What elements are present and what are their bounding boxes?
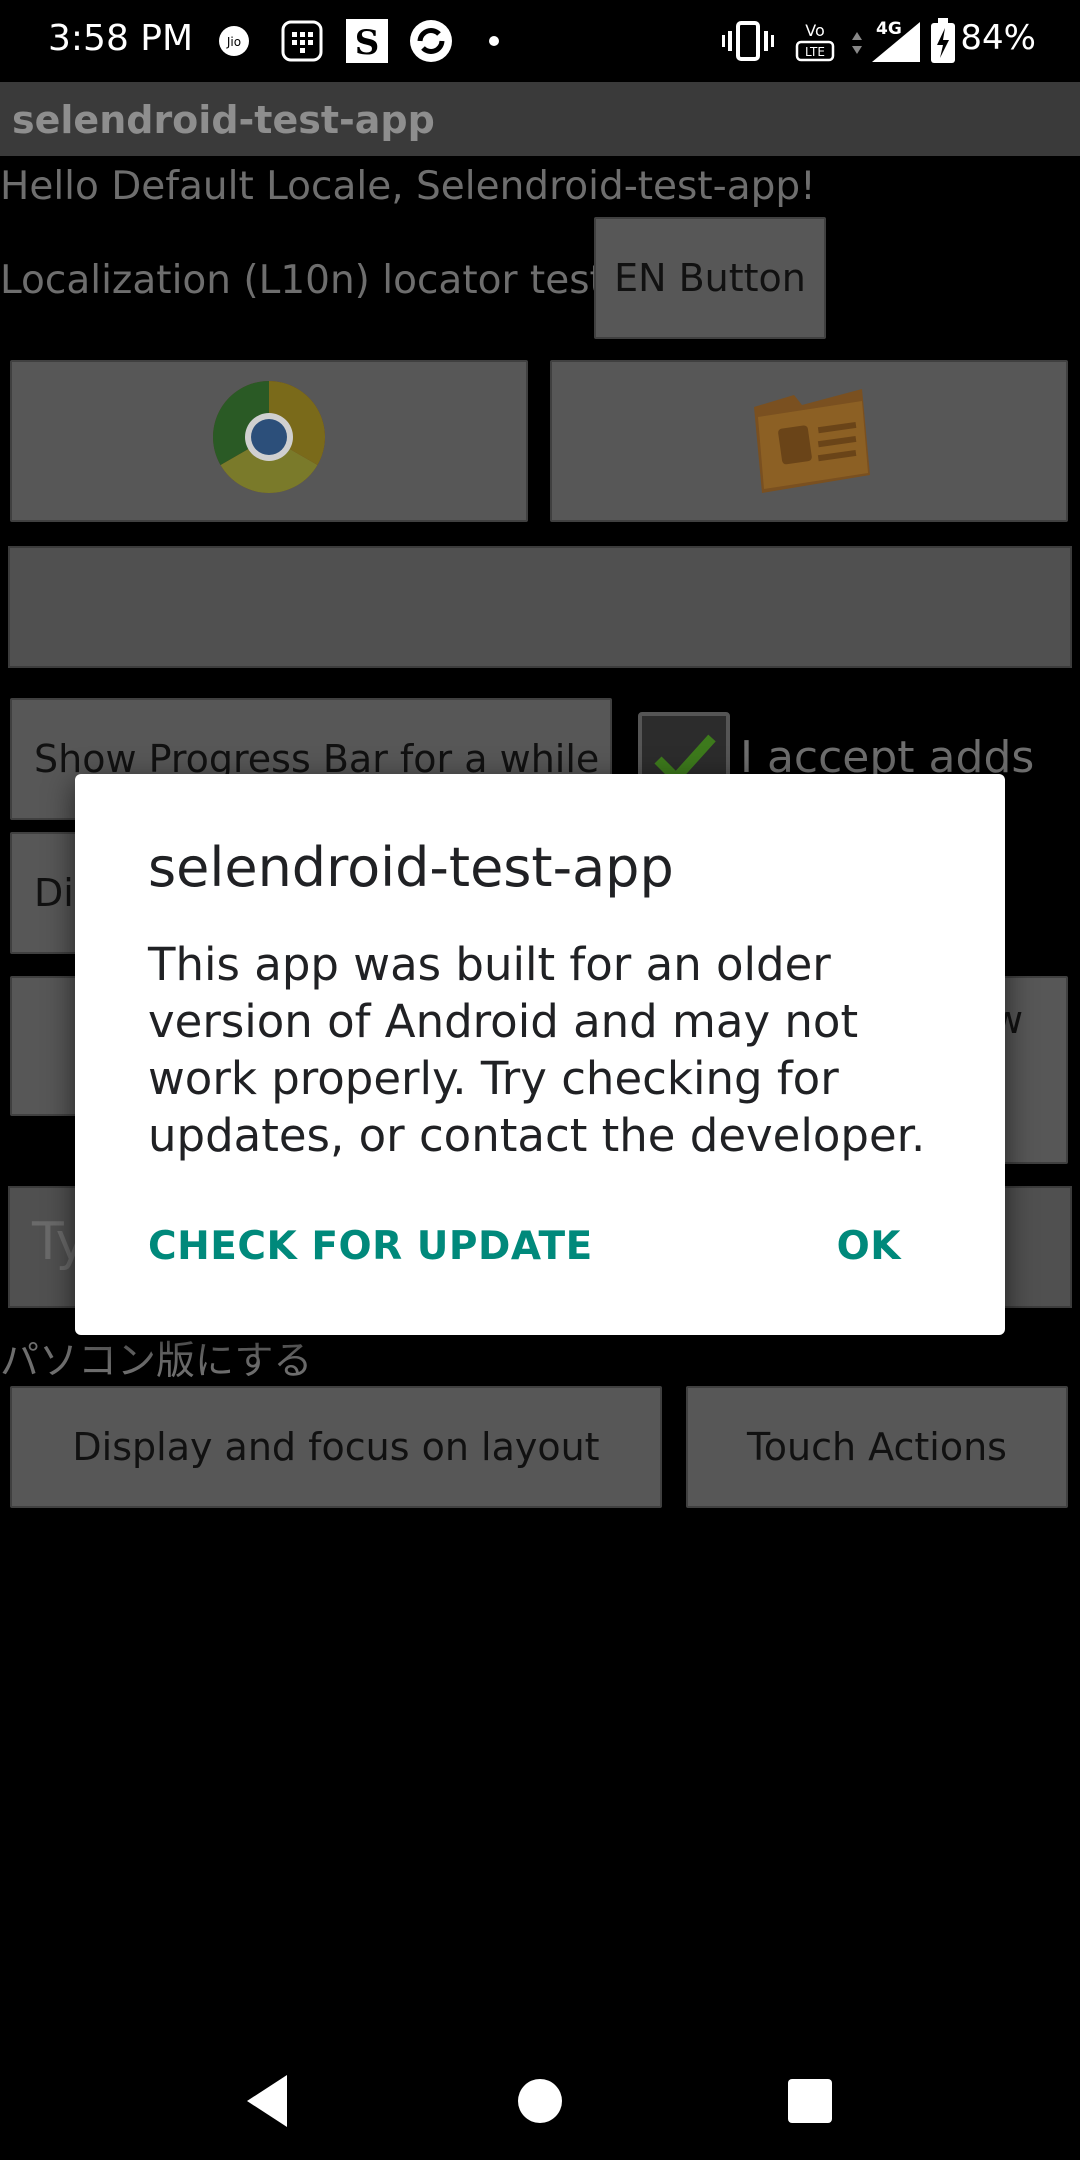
check-for-update-button[interactable]: CHECK FOR UPDATE bbox=[148, 1224, 593, 1269]
hello-text: Hello Default Locale, Selendroid-test-ap… bbox=[0, 164, 816, 209]
svg-text:Vo: Vo bbox=[805, 21, 825, 40]
battery-charging-icon bbox=[930, 18, 956, 64]
jio-icon: Jio bbox=[218, 18, 250, 64]
back-icon[interactable] bbox=[232, 2066, 302, 2136]
contacts-button[interactable] bbox=[550, 360, 1068, 522]
status-bar: 3:58 PM Jio S Vo LTE 4G 84% bbox=[0, 0, 1080, 82]
contacts-folder-icon bbox=[744, 377, 874, 506]
s-app-icon: S bbox=[346, 18, 388, 64]
action-bar: selendroid-test-app bbox=[0, 82, 1080, 156]
svg-text:S: S bbox=[355, 23, 380, 63]
svg-text:LTE: LTE bbox=[805, 45, 825, 59]
compatibility-dialog: selendroid-test-app This app was built f… bbox=[75, 774, 1005, 1335]
text-input-empty[interactable] bbox=[8, 546, 1072, 668]
battery-percent: 84% bbox=[960, 18, 1036, 58]
l10n-label: Localization (L10n) locator test bbox=[0, 258, 605, 303]
dialog-message: This app was built for an older version … bbox=[148, 938, 926, 1162]
dialog-title: selendroid-test-app bbox=[148, 836, 674, 899]
sim-menu-icon bbox=[280, 18, 324, 64]
browser-button[interactable] bbox=[10, 360, 528, 522]
vibrate-icon bbox=[722, 18, 774, 64]
touch-actions-button[interactable]: Touch Actions bbox=[686, 1386, 1068, 1508]
volte-icon: Vo LTE bbox=[792, 18, 838, 64]
display-focus-button[interactable]: Display and focus on layout bbox=[10, 1386, 662, 1508]
signal-icon: 4G bbox=[848, 18, 924, 64]
status-time: 3:58 PM bbox=[48, 18, 194, 59]
app-title: selendroid-test-app bbox=[12, 98, 435, 142]
japanese-text: パソコン版にする bbox=[0, 1339, 313, 1384]
svg-text:4G: 4G bbox=[876, 19, 902, 39]
home-icon[interactable] bbox=[505, 2066, 575, 2136]
chrome-icon bbox=[209, 377, 329, 506]
refresh-app-icon bbox=[408, 18, 454, 64]
ok-button[interactable]: OK bbox=[837, 1224, 901, 1269]
navigation-bar bbox=[0, 2040, 1080, 2160]
dot-icon bbox=[488, 18, 500, 64]
svg-text:Jio: Jio bbox=[226, 35, 241, 49]
recents-icon[interactable] bbox=[775, 2066, 845, 2136]
en-button[interactable]: EN Button bbox=[594, 217, 826, 339]
